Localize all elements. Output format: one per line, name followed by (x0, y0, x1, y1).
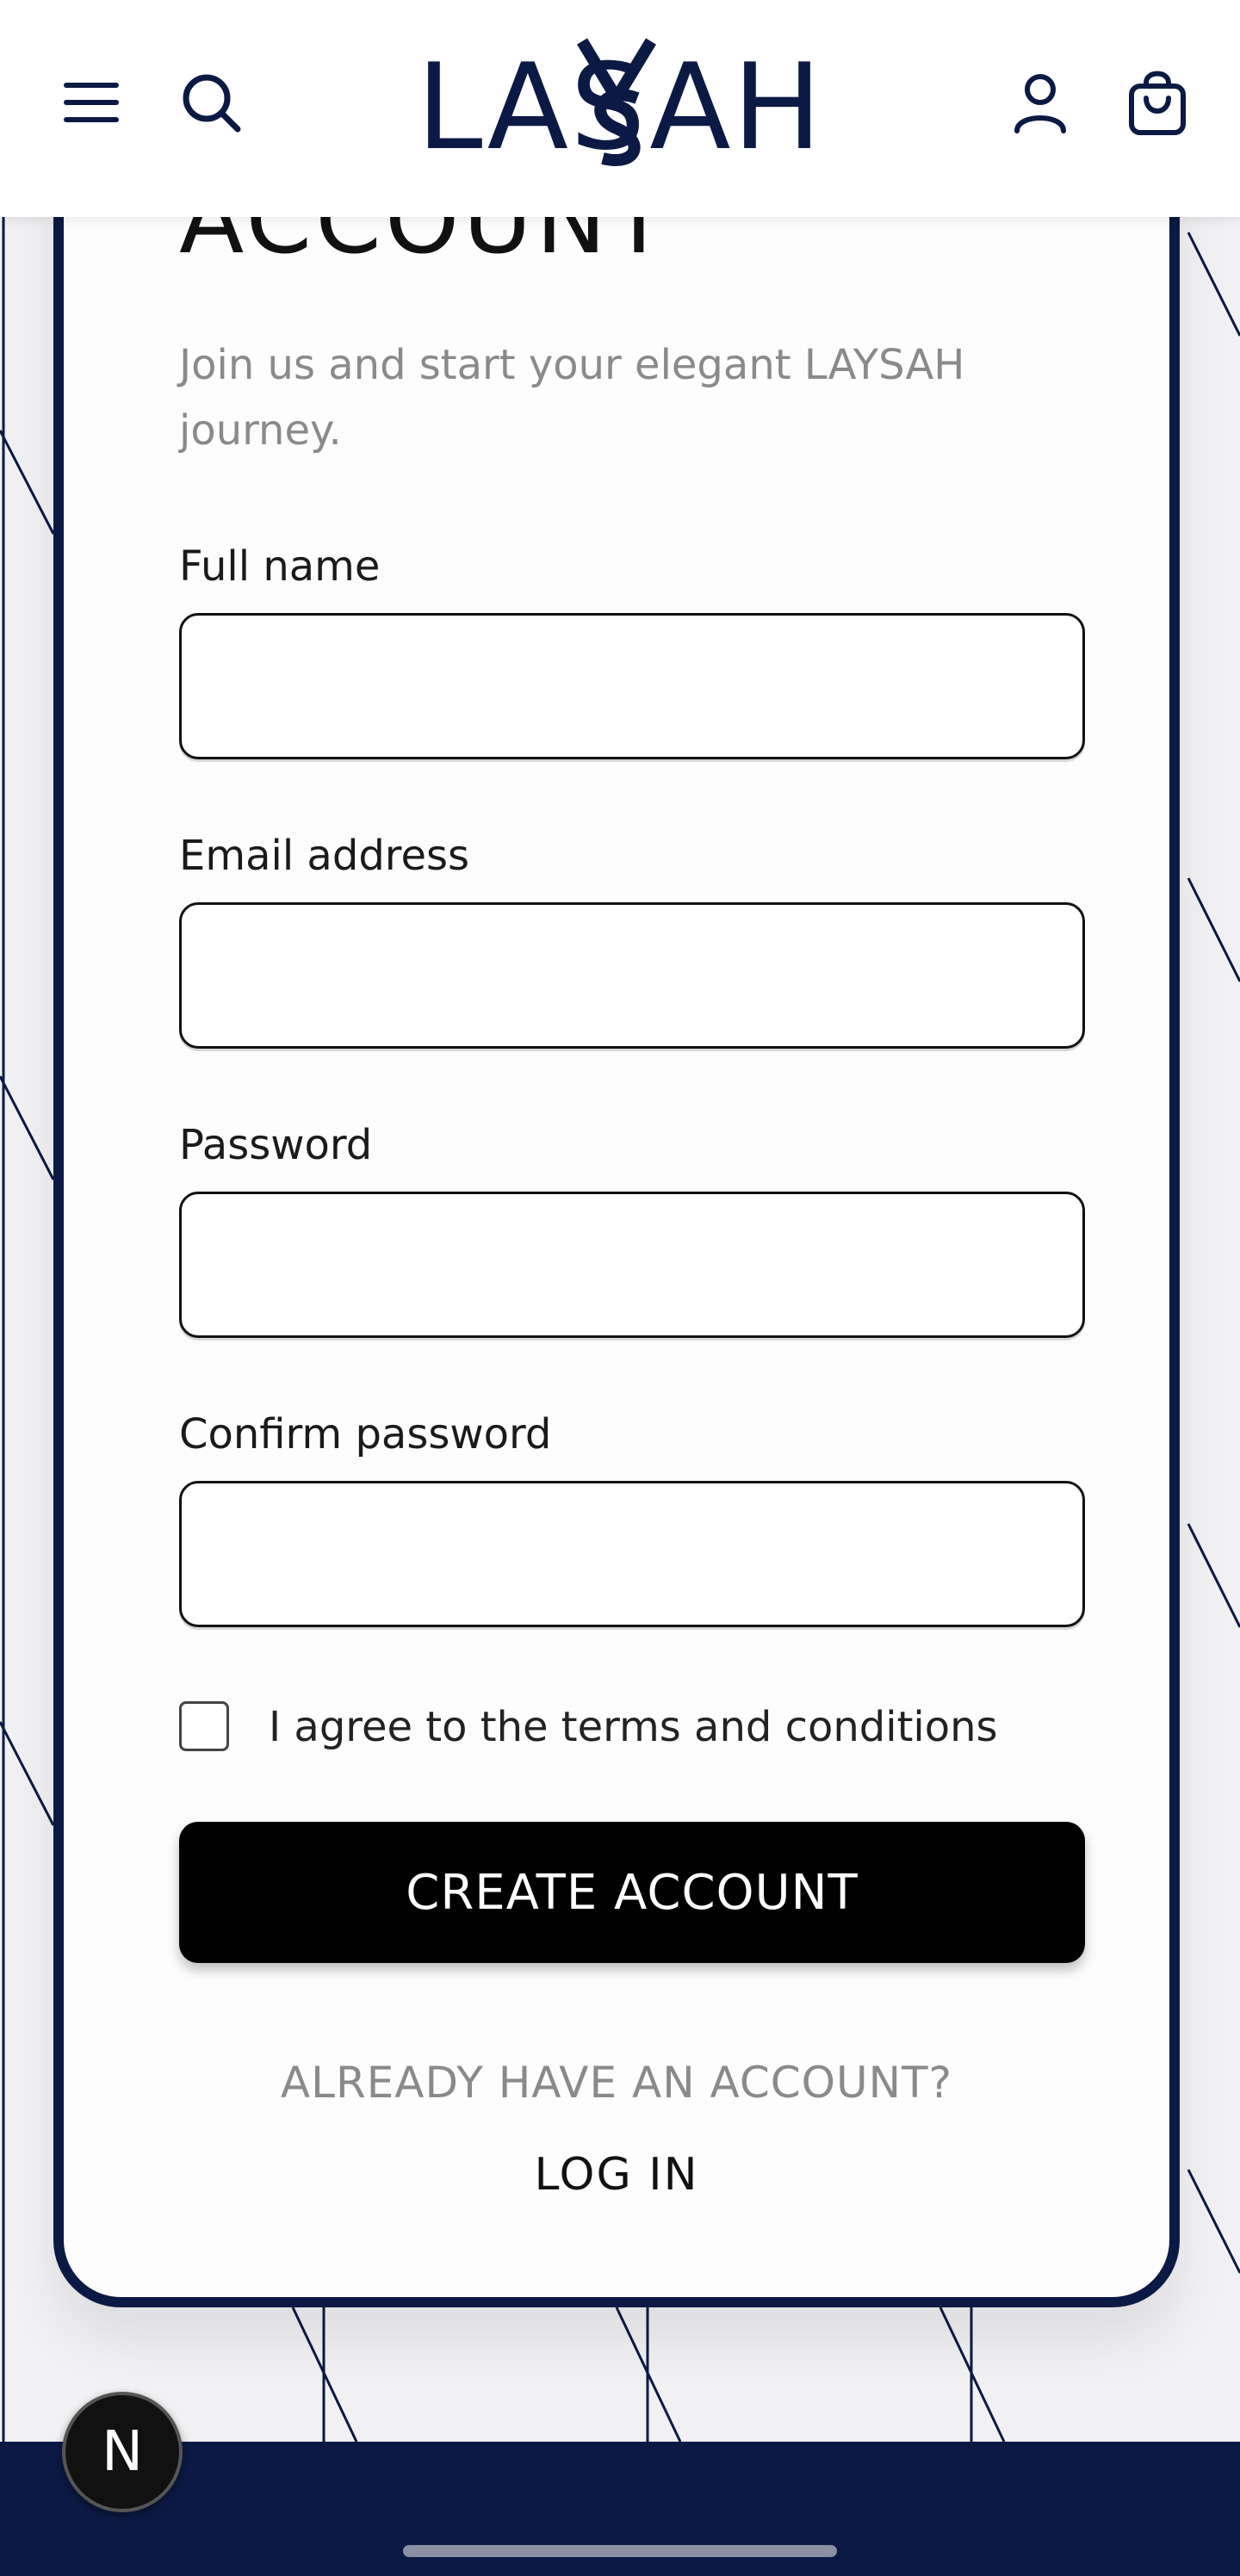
password-label: Password (179, 1121, 373, 1169)
login-link[interactable]: LOG IN (64, 2149, 1169, 2201)
terms-label[interactable]: I agree to the terms and conditions (269, 1703, 998, 1751)
menu-icon[interactable] (57, 74, 126, 131)
terms-checkbox[interactable] (179, 1701, 229, 1751)
dev-tools-badge[interactable]: N (62, 2392, 183, 2512)
register-card: ACCOUNT Join us and start your elegant L… (53, 86, 1180, 2307)
full-name-label: Full name (179, 542, 381, 591)
cart-icon[interactable] (1121, 67, 1194, 139)
email-label: Email address (179, 832, 470, 880)
full-name-input[interactable] (179, 613, 1085, 759)
brand-logo[interactable]: LASAH (417, 38, 822, 167)
create-account-button[interactable]: CREATE ACCOUNT (179, 1822, 1085, 1963)
login-prompt: ALREADY HAVE AN ACCOUNT? (280, 2058, 953, 2108)
password-input[interactable] (179, 1192, 1085, 1338)
site-header: LASAH (0, 0, 1240, 217)
page-subtitle: Join us and start your elegant LAYSAH jo… (179, 341, 965, 455)
email-input[interactable] (179, 902, 1085, 1049)
search-icon[interactable] (177, 69, 246, 138)
home-indicator[interactable] (403, 2545, 837, 2557)
confirm-password-input[interactable] (179, 1481, 1085, 1627)
account-icon[interactable] (1006, 69, 1075, 138)
logo-monogram-icon (577, 38, 656, 166)
confirm-password-label: Confirm password (179, 1410, 552, 1458)
